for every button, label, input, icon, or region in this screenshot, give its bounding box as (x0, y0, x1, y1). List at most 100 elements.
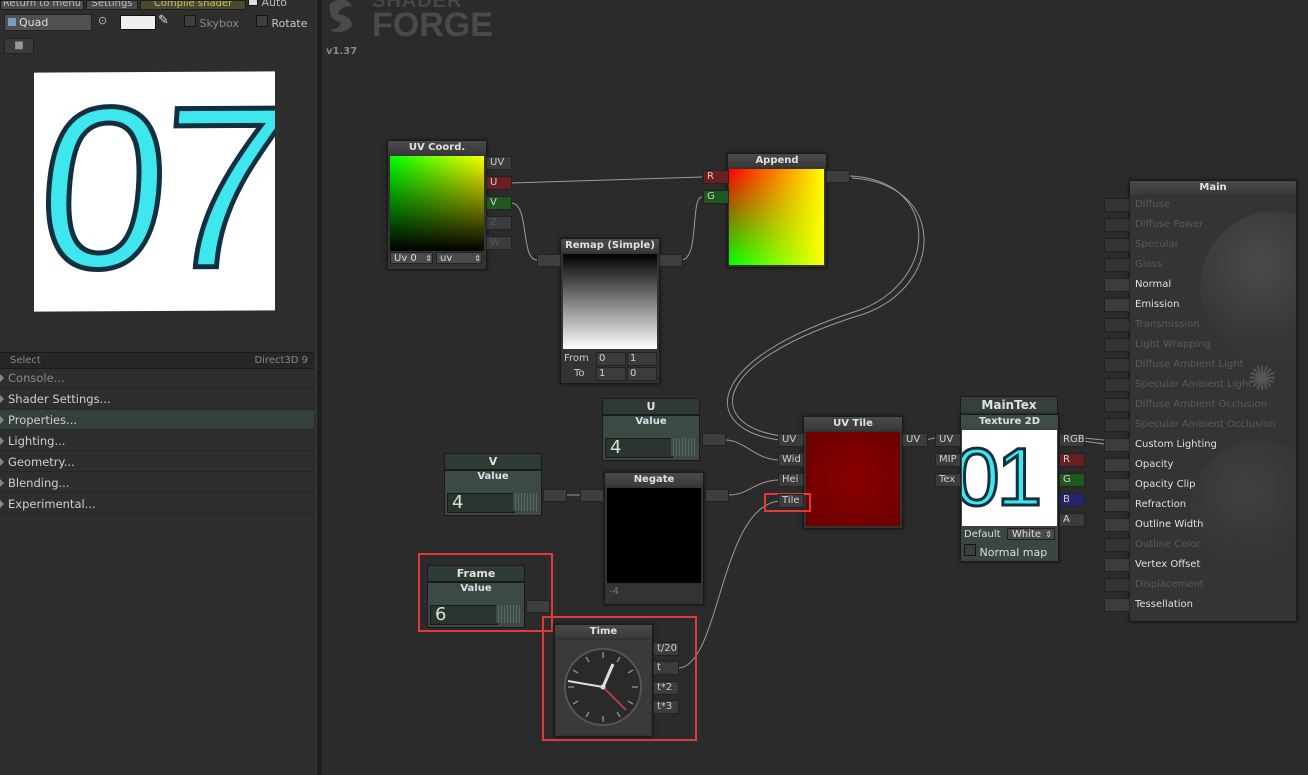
main-input-port[interactable] (1104, 398, 1130, 412)
negate-value: -4 (609, 586, 619, 597)
main-input-port[interactable] (1104, 238, 1130, 252)
time-t-port[interactable]: t (653, 661, 679, 675)
maintex-uv-in-port[interactable]: UV (935, 433, 961, 447)
remap-in-port[interactable] (537, 254, 561, 267)
z-out-port[interactable]: Z (486, 216, 512, 230)
frame-property-header[interactable]: Frame (427, 565, 525, 582)
main-input-port[interactable] (1104, 198, 1130, 212)
append-node[interactable]: Append (727, 153, 827, 268)
main-input-label: Refraction (1135, 499, 1187, 510)
main-preview-sphere (1200, 211, 1296, 361)
time-t3-port[interactable]: t*3 (653, 700, 679, 714)
main-input-port[interactable] (1104, 598, 1130, 612)
main-input-port[interactable] (1104, 438, 1130, 452)
main-input-port[interactable] (1104, 378, 1130, 392)
uv-type-select[interactable]: uv ⇕ (436, 252, 482, 264)
time-t20-port[interactable]: t/20 (653, 642, 679, 656)
u-property-header[interactable]: U (602, 398, 700, 415)
v-property-header[interactable]: V (444, 453, 542, 470)
main-input-port[interactable] (1104, 318, 1130, 332)
drag-grip-icon[interactable] (671, 438, 695, 456)
main-input-label: Normal (1135, 279, 1172, 290)
uv-tile-uv-in-port[interactable]: UV (778, 433, 804, 447)
main-input-port[interactable] (1104, 518, 1130, 532)
main-input-port[interactable] (1104, 578, 1130, 592)
node-title: UV Tile (804, 417, 902, 430)
frame-value-node[interactable]: Value 6 (427, 582, 525, 628)
maintex-mip-in-port[interactable]: MIP (935, 453, 961, 467)
main-input-port[interactable] (1104, 278, 1130, 292)
w-out-port[interactable]: W (486, 236, 512, 250)
main-input-label: Gloss (1135, 259, 1163, 270)
uv-tile-preview (806, 432, 900, 526)
uv-tile-hei-in-port[interactable]: Hei (778, 473, 804, 487)
u-value-field[interactable]: 4 (605, 438, 673, 458)
uv-channel-select[interactable]: Uv 0 ⇕ (390, 252, 433, 264)
remap-node[interactable]: Remap (Simple) From To 0 1 1 0 (560, 238, 660, 384)
select-value: uv (440, 253, 453, 264)
main-input-port[interactable] (1104, 218, 1130, 232)
v-value-field[interactable]: 4 (447, 493, 515, 513)
main-input-port[interactable] (1104, 538, 1130, 552)
main-input-port[interactable] (1104, 558, 1130, 572)
negate-node[interactable]: Negate -4 (604, 472, 704, 605)
from-min-field[interactable]: 0 (596, 352, 626, 366)
maintex-a-out-port[interactable]: A (1059, 513, 1085, 527)
main-input-port[interactable] (1104, 358, 1130, 372)
uv-out-port[interactable]: UV (486, 156, 512, 170)
maintex-rgb-out-port[interactable]: RGB (1059, 433, 1085, 447)
append-preview (729, 169, 824, 265)
node-title: UV Coord. (388, 141, 486, 154)
v-out-port[interactable]: V (486, 196, 512, 210)
uv-tile-tile-in-port[interactable]: Tile (778, 494, 804, 508)
main-input-label: Opacity (1135, 459, 1174, 470)
u-out-port[interactable]: U (486, 176, 512, 190)
to-min-field[interactable]: 1 (596, 367, 626, 381)
time-node[interactable]: Time (554, 624, 653, 737)
main-input-label: Diffuse Power (1135, 219, 1204, 230)
v-out-port[interactable] (543, 489, 567, 502)
negate-in-port[interactable] (580, 489, 604, 502)
remap-out-port[interactable] (659, 254, 683, 267)
maintex-b-out-port[interactable]: B (1059, 493, 1085, 507)
main-input-port[interactable] (1104, 258, 1130, 272)
main-input-port[interactable] (1104, 338, 1130, 352)
main-input-port[interactable] (1104, 298, 1130, 312)
main-input-label: Specular (1135, 239, 1179, 250)
from-max-field[interactable]: 1 (627, 352, 657, 366)
texture2d-node[interactable]: Texture 2D 01 Default White ⇕ Normal map (960, 414, 1059, 562)
uv-preview (390, 156, 484, 251)
frame-out-port[interactable] (526, 600, 550, 613)
normal-map-checkbox[interactable] (964, 544, 976, 556)
default-texture-select[interactable]: White ⇕ (1007, 528, 1055, 540)
maintex-r-out-port[interactable]: R (1059, 453, 1085, 467)
normal-map-toggle[interactable]: Normal map (964, 544, 1047, 559)
drag-grip-icon[interactable] (513, 493, 537, 511)
append-r-in-port[interactable]: R (703, 170, 729, 184)
maintex-g-out-port[interactable]: G (1059, 473, 1085, 487)
frame-value-field[interactable]: 6 (430, 605, 498, 625)
drag-grip-icon[interactable] (496, 605, 520, 623)
main-input-port[interactable] (1104, 458, 1130, 472)
append-out-port[interactable] (826, 170, 850, 183)
main-input-port[interactable] (1104, 498, 1130, 512)
maintex-property-header[interactable]: MainTex (960, 396, 1058, 415)
node-title: Texture 2D (961, 415, 1058, 428)
main-input-label: Specular Ambient Light (1135, 379, 1253, 390)
maintex-tex-in-port[interactable]: Tex (935, 473, 961, 487)
to-max-field[interactable]: 0 (627, 367, 657, 381)
time-t2-port[interactable]: t*2 (653, 681, 679, 695)
main-input-port[interactable] (1104, 418, 1130, 432)
uv-tile-node[interactable]: UV Tile (803, 416, 903, 529)
main-input-port[interactable] (1104, 478, 1130, 492)
uv-coord-node[interactable]: UV Coord. Uv 0 ⇕ uv ⇕ (387, 140, 487, 270)
main-node-title: Main (1130, 181, 1296, 194)
u-out-port[interactable] (702, 433, 726, 446)
negate-out-port[interactable] (705, 489, 729, 502)
uv-tile-wid-in-port[interactable]: Wid (778, 453, 804, 467)
select-value: White (1012, 529, 1042, 540)
v-value-node[interactable]: Value 4 (444, 470, 542, 516)
append-g-in-port[interactable]: G (703, 190, 729, 204)
u-value-node[interactable]: Value 4 (602, 415, 700, 461)
uv-tile-uv-out-port[interactable]: UV (902, 433, 928, 447)
